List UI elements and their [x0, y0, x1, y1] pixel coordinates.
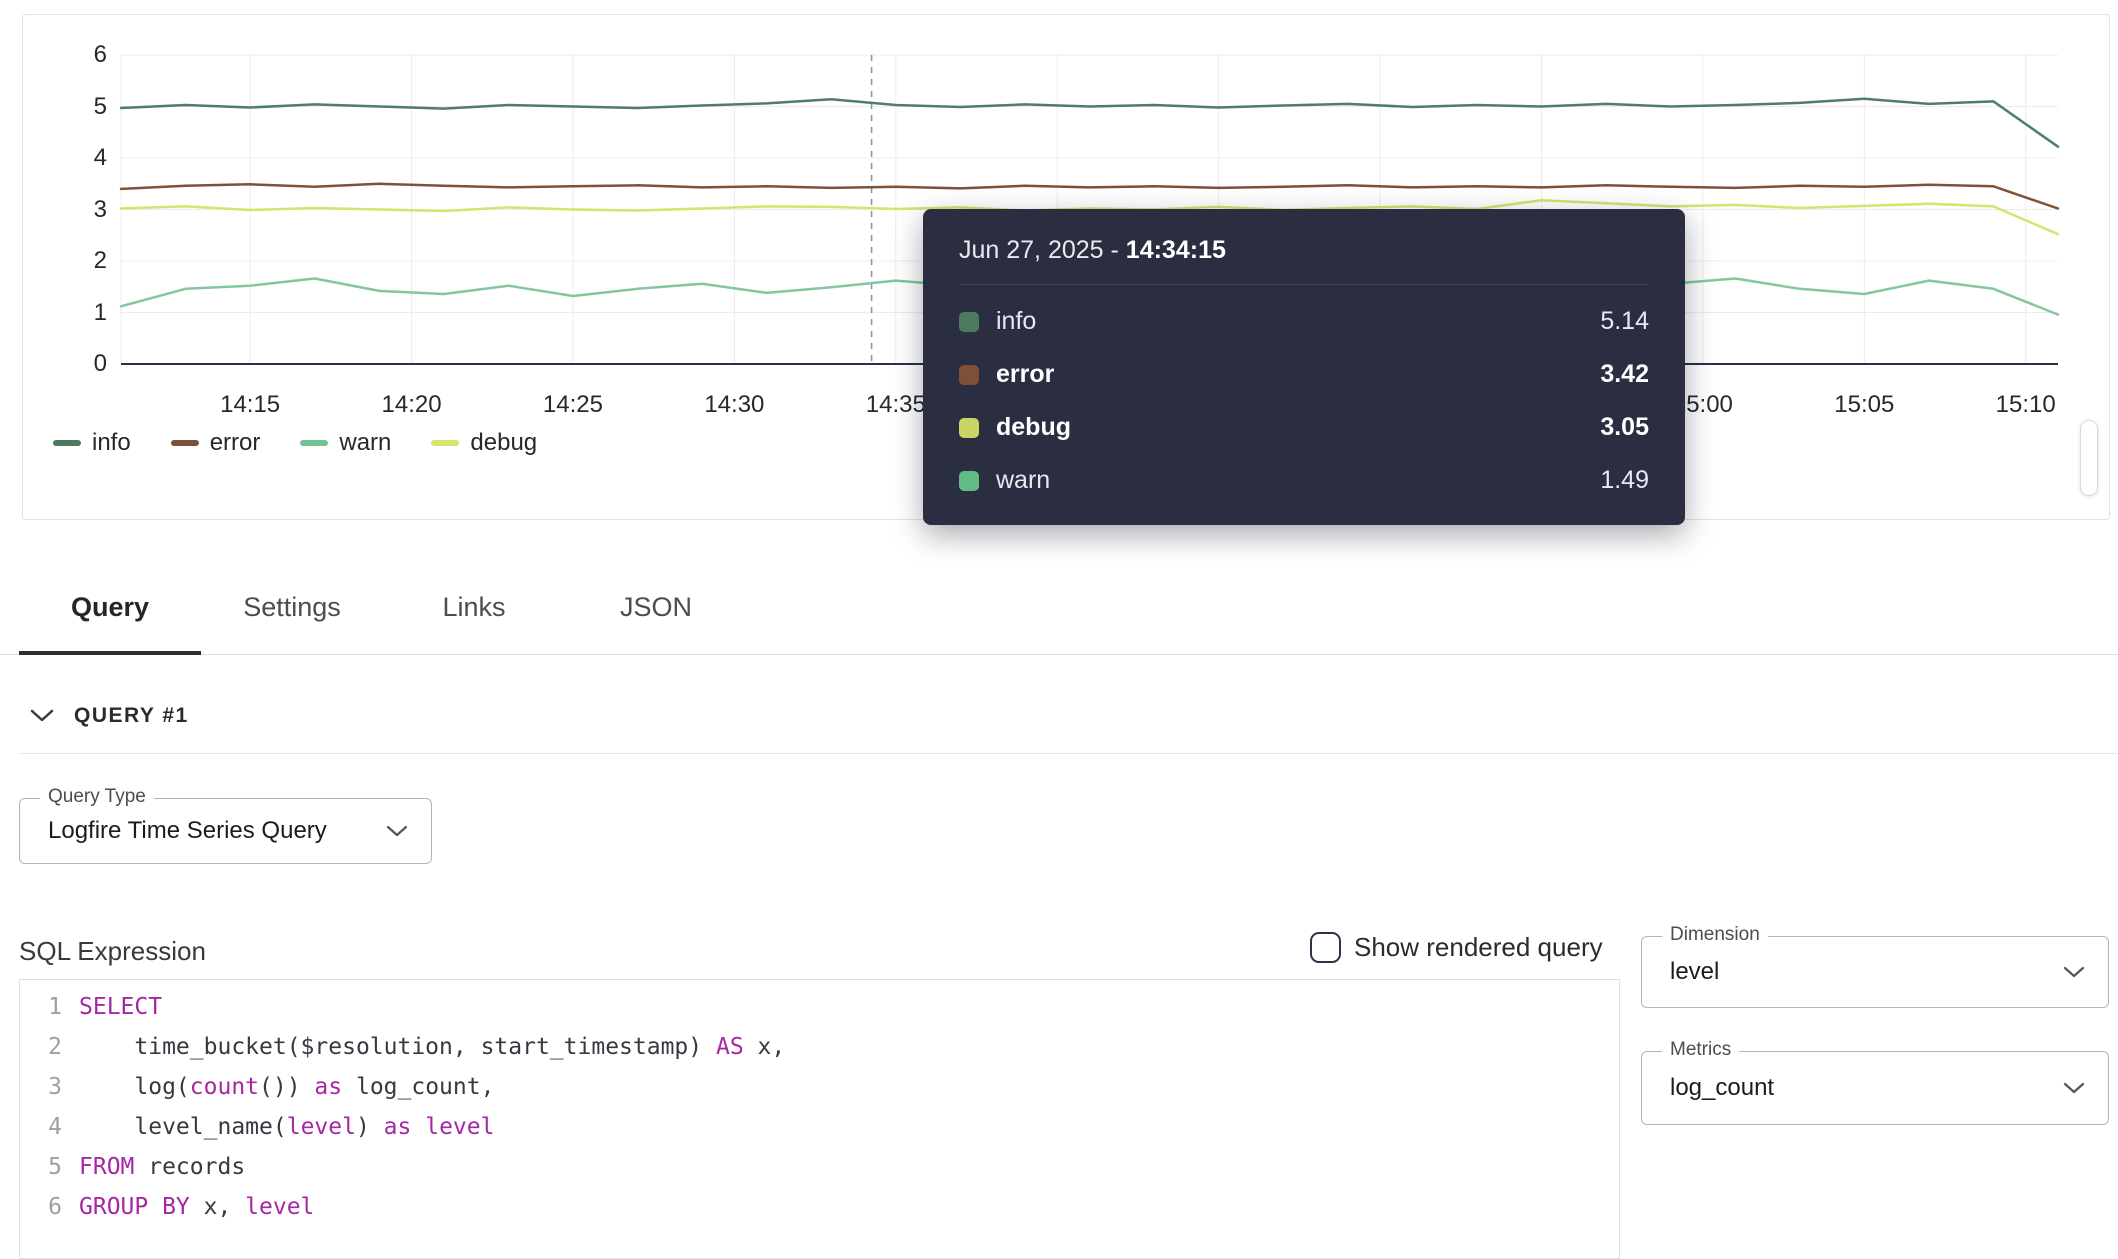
tooltip-series-value: 3.42 — [1600, 360, 1649, 389]
scrollbar-thumb[interactable] — [2080, 420, 2098, 496]
show-rendered-checkbox[interactable] — [1310, 932, 1341, 963]
show-rendered-query-toggle[interactable]: Show rendered query — [1310, 932, 1603, 963]
metrics-value: log_count — [1642, 1052, 2108, 1124]
tooltip-swatch — [959, 312, 979, 332]
query-section-header[interactable]: QUERY #1 — [30, 704, 189, 728]
tabs-bar: Query Settings Links JSON — [19, 578, 747, 649]
line-number: 2 — [20, 1027, 62, 1067]
line-number: 1 — [20, 987, 62, 1027]
legend-label: error — [210, 429, 261, 457]
query-type-label: Query Type — [40, 786, 154, 808]
query-section-title: QUERY #1 — [74, 704, 189, 728]
metrics-select[interactable]: Metrics log_count — [1641, 1051, 2109, 1125]
chart-tooltip: Jun 27, 2025 - 14:34:15 info 5.14 error 3.4… — [923, 209, 1685, 525]
chevron-down-icon — [385, 824, 409, 838]
tooltip-time: 14:34:15 — [1126, 236, 1226, 264]
tab-query[interactable]: Query — [19, 578, 201, 649]
code-line[interactable]: 3 log(count()) as log_count, — [20, 1067, 1619, 1107]
y-tick-label: 2 — [23, 246, 107, 276]
x-tick-label: 14:25 — [518, 391, 628, 419]
chart-panel: 6543210 14:1514:2014:2514:3014:3514:4014… — [22, 14, 2110, 520]
legend-item-error[interactable]: error — [171, 429, 261, 457]
chevron-down-icon — [2062, 1081, 2086, 1095]
chevron-down-icon — [30, 709, 54, 723]
legend-swatch — [300, 440, 328, 446]
active-tab-underline — [19, 651, 201, 655]
tab-json[interactable]: JSON — [565, 578, 747, 649]
tooltip-row-error: error 3.42 — [923, 348, 1685, 401]
legend-swatch — [431, 440, 459, 446]
show-rendered-label: Show rendered query — [1354, 932, 1603, 963]
tooltip-rows: info 5.14 error 3.42 debug 3.05 warn 1.49 — [923, 285, 1685, 507]
tabs-divider — [0, 654, 2118, 655]
tooltip-swatch — [959, 418, 979, 438]
code-text: time_bucket($resolution, start_timestamp… — [62, 1027, 785, 1067]
section-divider — [19, 753, 2118, 754]
tooltip-series-label: error — [996, 360, 1054, 389]
dimension-label: Dimension — [1662, 924, 1768, 946]
code-line[interactable]: 4 level_name(level) as level — [20, 1107, 1619, 1147]
code-line[interactable]: 1SELECT — [20, 987, 1619, 1027]
tooltip-series-value: 3.05 — [1600, 413, 1649, 442]
y-tick-label: 6 — [23, 40, 107, 70]
y-tick-label: 1 — [23, 298, 107, 328]
tooltip-date: Jun 27, 2025 - — [959, 236, 1126, 264]
code-text: GROUP BY x, level — [62, 1187, 314, 1227]
tooltip-header: Jun 27, 2025 - 14:34:15 — [959, 209, 1649, 285]
code-line[interactable]: 6GROUP BY x, level — [20, 1187, 1619, 1227]
legend-label: warn — [339, 429, 391, 457]
line-number: 4 — [20, 1107, 62, 1147]
legend-swatch — [53, 440, 81, 446]
x-tick-label: 14:15 — [195, 391, 305, 419]
code-text: level_name(level) as level — [62, 1107, 494, 1147]
tooltip-row-debug: debug 3.05 — [923, 401, 1685, 454]
tooltip-row-info: info 5.14 — [923, 295, 1685, 348]
y-tick-label: 4 — [23, 143, 107, 173]
code-line[interactable]: 2 time_bucket($resolution, start_timesta… — [20, 1027, 1619, 1067]
tooltip-series-value: 1.49 — [1600, 466, 1649, 495]
line-number: 5 — [20, 1147, 62, 1187]
y-tick-label: 0 — [23, 349, 107, 379]
tooltip-series-label: info — [996, 307, 1036, 336]
y-tick-label: 5 — [23, 92, 107, 122]
tooltip-row-warn: warn 1.49 — [923, 454, 1685, 507]
code-text: SELECT — [62, 987, 162, 1027]
sql-editor[interactable]: 1SELECT 2 time_bucket($resolution, start… — [19, 979, 1620, 1259]
tooltip-series-value: 5.14 — [1600, 307, 1649, 336]
legend-item-info[interactable]: info — [53, 429, 131, 457]
query-type-select[interactable]: Query Type Logfire Time Series Query — [19, 798, 432, 864]
legend-item-warn[interactable]: warn — [300, 429, 391, 457]
chevron-down-icon — [2062, 965, 2086, 979]
metrics-label: Metrics — [1662, 1039, 1739, 1061]
tooltip-series-label: debug — [996, 413, 1071, 442]
sql-expression-label: SQL Expression — [19, 936, 206, 967]
tooltip-swatch — [959, 471, 979, 491]
legend-swatch — [171, 440, 199, 446]
tab-settings[interactable]: Settings — [201, 578, 383, 649]
x-tick-label: 15:05 — [1809, 391, 1919, 419]
y-tick-label: 3 — [23, 195, 107, 225]
x-tick-label: 15:10 — [1971, 391, 2081, 419]
legend-label: debug — [470, 429, 537, 457]
x-tick-label: 14:30 — [679, 391, 789, 419]
chart-legend: info error warn debug — [53, 429, 537, 457]
line-number: 6 — [20, 1187, 62, 1227]
code-text: log(count()) as log_count, — [62, 1067, 494, 1107]
query-type-value: Logfire Time Series Query — [20, 799, 431, 863]
tab-links[interactable]: Links — [383, 578, 565, 649]
legend-item-debug[interactable]: debug — [431, 429, 537, 457]
x-tick-label: 14:20 — [357, 391, 467, 419]
code-line[interactable]: 5FROM records — [20, 1147, 1619, 1187]
line-number: 3 — [20, 1067, 62, 1107]
tooltip-series-label: warn — [996, 466, 1050, 495]
dimension-select[interactable]: Dimension level — [1641, 936, 2109, 1008]
dimension-value: level — [1642, 937, 2108, 1007]
code-text: FROM records — [62, 1147, 245, 1187]
tooltip-swatch — [959, 365, 979, 385]
legend-label: info — [92, 429, 131, 457]
